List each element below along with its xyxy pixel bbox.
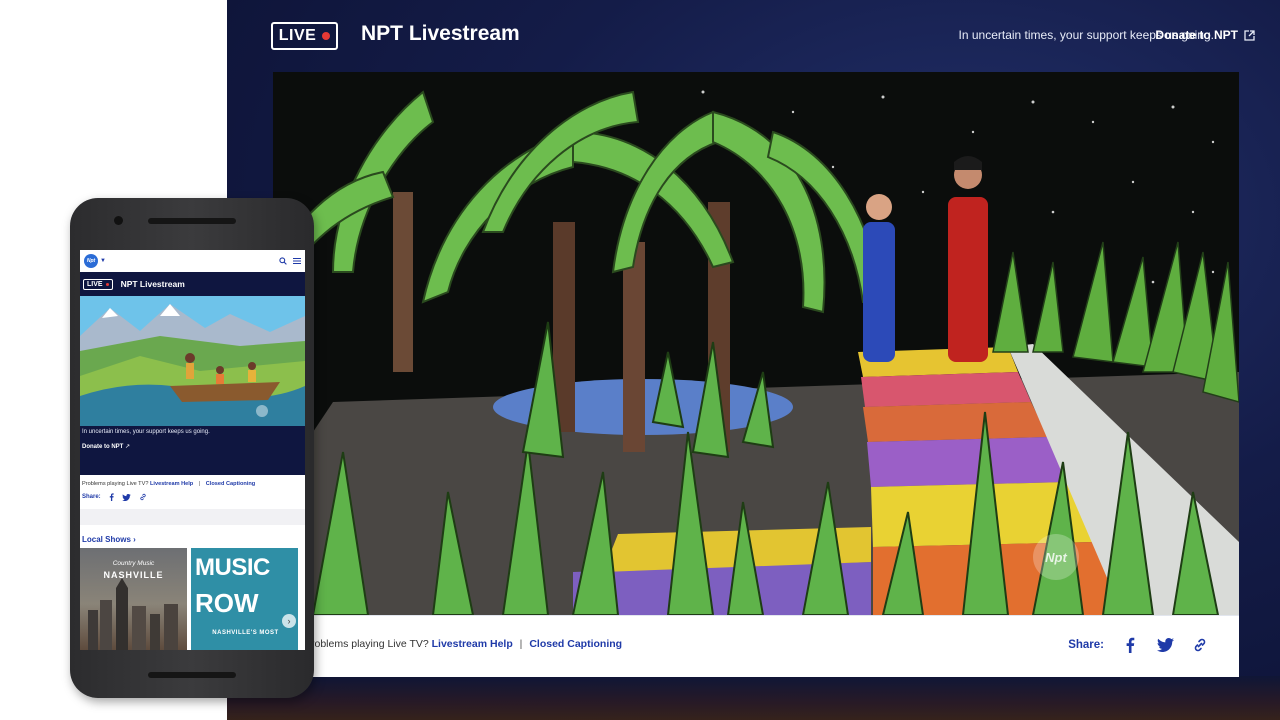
speaker-grille-bottom — [148, 672, 236, 678]
link-icon[interactable] — [1191, 636, 1209, 654]
nashville-subtitle: Country Music — [112, 560, 155, 567]
mobile-page-title: NPT Livestream — [120, 279, 185, 289]
local-shows-label[interactable]: Local Shows — [82, 535, 131, 544]
mobile-share-label: Share: — [82, 494, 101, 500]
local-shows-heading[interactable]: Local Shows › — [80, 525, 305, 548]
help-line: roblems playing Live TV? Livestream Help… — [311, 638, 622, 650]
video-player[interactable]: Npt — [273, 72, 1239, 615]
mobile-livestream-help-link[interactable]: Livestream Help — [150, 481, 193, 487]
external-link-icon[interactable]: ↗ — [125, 444, 130, 450]
twitter-icon[interactable] — [1156, 636, 1174, 654]
video-frame — [273, 72, 1239, 615]
mobile-live-bar: LIVE NPT Livestream — [80, 272, 305, 296]
chevron-right-icon[interactable]: › — [133, 535, 136, 544]
donate-label[interactable]: Donate to NPT — [1155, 28, 1238, 42]
mobile-live-label: LIVE — [87, 280, 103, 288]
facebook-icon[interactable] — [1121, 636, 1139, 654]
mobile-video-frame — [80, 296, 305, 426]
show-card-nashville[interactable]: Country Music NASHVILLE — [80, 548, 187, 650]
closed-captioning-link[interactable]: Closed Captioning — [529, 638, 622, 650]
separator: | — [519, 638, 523, 650]
nashville-title: NASHVILLE — [103, 570, 164, 580]
livestream-help-link[interactable]: Livestream Help — [432, 638, 513, 650]
menu-icon[interactable] — [293, 257, 301, 265]
phone-device: Npt ▼ LIVE NPT Livestream In uncertain t… — [70, 198, 314, 698]
live-badge: LIVE — [271, 22, 338, 50]
music-row-title-top: MUSIC — [195, 554, 270, 581]
donate-link[interactable]: Donate to NPT — [1155, 28, 1255, 42]
desktop-header: LIVE NPT Livestream In uncertain times, … — [227, 0, 1280, 72]
phone-screen: Npt ▼ LIVE NPT Livestream In uncertain t… — [80, 250, 305, 650]
section-divider — [80, 509, 305, 525]
carousel-next-icon[interactable]: › — [282, 614, 296, 628]
camera-icon — [114, 216, 123, 225]
mobile-donate-link[interactable]: Donate to NPT ↗ — [82, 443, 303, 450]
backdrop-strip — [227, 676, 1280, 720]
mobile-nav: Npt ▼ — [80, 250, 305, 272]
mobile-share-bar: Share: — [80, 487, 305, 501]
share-bar: Share: — [1068, 636, 1209, 654]
mobile-donate-label[interactable]: Donate to NPT — [82, 444, 123, 450]
show-card-music-row[interactable]: MUSIC ROW NASHVILLE'S MOST › — [191, 548, 298, 650]
twitter-icon[interactable] — [121, 493, 131, 501]
npt-logo[interactable]: Npt — [84, 254, 98, 268]
link-icon[interactable] — [139, 493, 147, 501]
facebook-icon[interactable] — [109, 493, 114, 501]
external-link-icon[interactable] — [1244, 29, 1255, 41]
live-label: LIVE — [278, 27, 317, 44]
speaker-grille — [148, 218, 236, 224]
desktop-footer: roblems playing Live TV? Livestream Help… — [273, 615, 1239, 677]
help-prefix: roblems playing Live TV? — [311, 638, 429, 650]
music-row-subtitle: NASHVILLE'S MOST — [212, 630, 279, 636]
mobile-support-text: In uncertain times, your support keeps u… — [82, 429, 210, 435]
live-dot-icon — [105, 282, 109, 286]
mobile-video-player[interactable] — [80, 296, 305, 426]
mobile-logo-menu[interactable]: Npt ▼ — [84, 254, 106, 268]
local-shows-carousel: Country Music NASHVILLE MUSIC ROW NASHVI… — [80, 548, 305, 650]
live-dot-icon — [322, 32, 331, 40]
desktop-view: LIVE NPT Livestream In uncertain times, … — [227, 0, 1280, 720]
mobile-separator: | — [198, 481, 201, 487]
share-label: Share: — [1068, 639, 1104, 651]
mobile-closed-captioning-link[interactable]: Closed Captioning — [206, 481, 255, 487]
music-row-title-bottom: ROW — [195, 588, 259, 618]
stage: LIVE NPT Livestream In uncertain times, … — [0, 0, 1280, 720]
chevron-down-icon[interactable]: ▼ — [100, 258, 106, 264]
page-title: NPT Livestream — [361, 22, 520, 45]
search-icon[interactable] — [279, 257, 287, 265]
mobile-support-box: In uncertain times, your support keeps u… — [80, 426, 305, 475]
mobile-live-badge: LIVE — [83, 278, 113, 290]
npt-watermark-logo: Npt — [1033, 534, 1079, 580]
mobile-nav-actions — [279, 257, 301, 265]
mobile-help-line: Problems playing Live TV? Livestream Hel… — [80, 475, 305, 487]
mobile-help-prefix: Problems playing Live TV? — [82, 481, 149, 487]
